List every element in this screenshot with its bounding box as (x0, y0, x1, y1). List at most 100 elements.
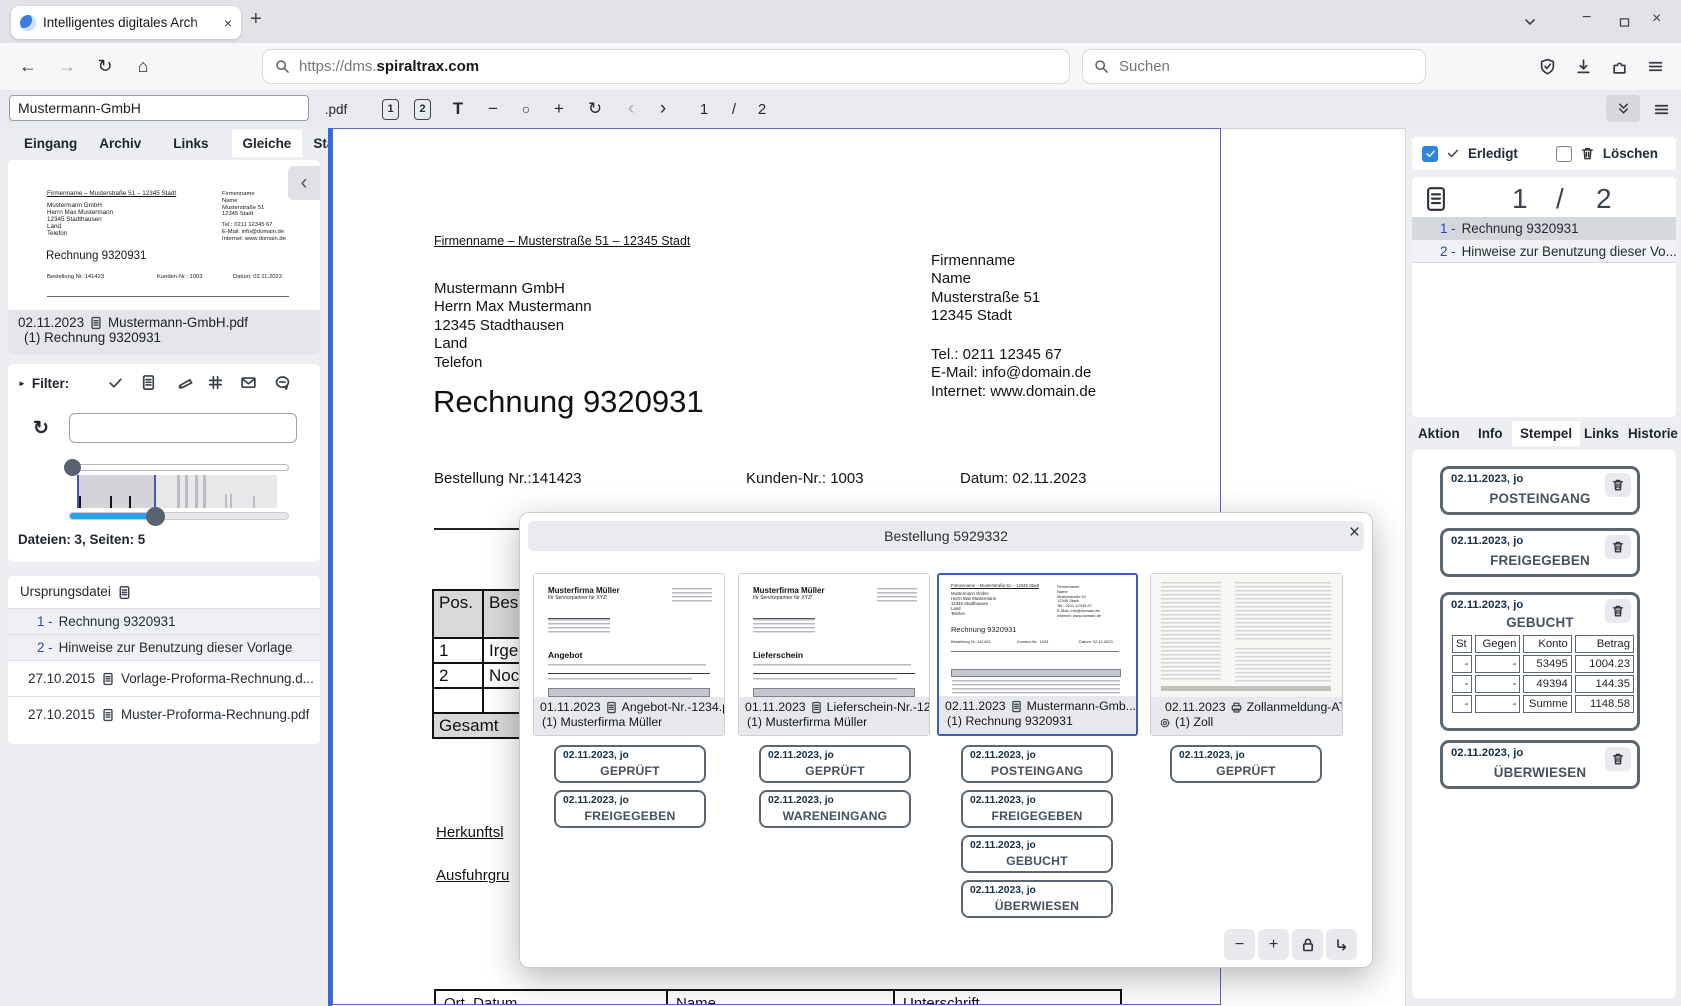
sidebar-tab-links[interactable]: Links (162, 130, 219, 157)
url-prefix: https://dms. (299, 58, 377, 75)
page-histogram[interactable] (77, 475, 277, 508)
doc-customer-no: Kunden-Nr.: 1003 (746, 470, 864, 489)
next-page-button[interactable]: › (649, 90, 677, 128)
panel-tab-stempel[interactable]: Stempel (1512, 421, 1580, 446)
collapse-toolbar-button[interactable] (1606, 95, 1640, 122)
done-checkbox[interactable] (1422, 146, 1438, 162)
panel-page-item-selected[interactable]: 1 - Rechnung 9320931 (1412, 217, 1676, 240)
source-file-item[interactable]: 27.10.2015 Vorlage-Proforma-Rechnung.d..… (8, 660, 320, 696)
refresh-button[interactable]: ↻ (33, 417, 49, 440)
new-tab-button[interactable]: + (250, 8, 262, 31)
filter-document-icon[interactable] (140, 374, 157, 392)
source-file-card: Ursprungsdatei 1 - Rechnung 9320931 2 - … (8, 576, 320, 744)
zoom-in-button[interactable]: + (545, 90, 573, 128)
two-page-layout-button[interactable]: 2 (414, 90, 431, 128)
stamp[interactable]: 02.11.2023, jo ÜBERWIESEN (1440, 740, 1640, 789)
panel-page-separator: / (1556, 183, 1564, 215)
filter-search-input[interactable] (69, 413, 297, 443)
url-text: https://dms.spiraltrax.com (299, 58, 479, 76)
url-bar[interactable]: https://dms.spiraltrax.com (263, 50, 1069, 83)
text-tool-button[interactable]: T (444, 90, 472, 128)
histogram-tick (79, 496, 81, 508)
dialog-title: Bestellung 5929332 (884, 528, 1008, 544)
dialog-zoom-in-button[interactable]: + (1258, 929, 1289, 960)
window-minimize-button[interactable]: − (1582, 9, 1591, 27)
document-preview-card[interactable]: Firmenname – Musterstraße 51 – 12345 Sta… (8, 160, 320, 354)
linked-document-card[interactable]: Musterfirma Müller Ihr Servicepartner fü… (533, 573, 725, 736)
browser-tab[interactable]: Intelligentes digitales Arch × (11, 6, 241, 39)
zoom-out-button[interactable]: − (479, 90, 507, 128)
panel-page-item[interactable]: 2 - Hinweise zur Benutzung dieser Vo... (1412, 240, 1676, 263)
document-thumbnail: Musterfirma Müller Ihr Servicepartner fü… (739, 574, 929, 697)
stamp-label: ÜBERWIESEN (963, 899, 1111, 913)
source-page-item[interactable]: 1 - Rechnung 9320931 (8, 608, 320, 634)
app-menu-icon[interactable] (1646, 90, 1676, 128)
filter-scanner-icon[interactable] (177, 374, 194, 392)
zoom-slider-track[interactable] (69, 464, 289, 471)
browser-search-bar[interactable] (1083, 50, 1425, 83)
browser-search-input[interactable] (1117, 57, 1414, 76)
booking-cell: - (1475, 695, 1520, 713)
linked-document-card[interactable]: 02.11.2023 Zollanmeldung-AT... (1) Zoll (1150, 573, 1343, 736)
stamp[interactable]: 02.11.2023, jo POSTEINGANG (1440, 466, 1640, 515)
panel-tab-historie[interactable]: Historie (1620, 421, 1681, 446)
thumbnail-caption: 01.11.2023 Angebot-Nr.-1234.pdf (1) Must… (534, 697, 724, 735)
dialog-zoom-out-button[interactable]: − (1224, 929, 1255, 960)
filter-mail-icon[interactable] (240, 374, 257, 392)
page-slider-handle[interactable] (146, 507, 165, 526)
document-thumbnail: Musterfirma Müller Ihr Servicepartner fü… (534, 574, 724, 697)
forward-button[interactable]: → (51, 43, 83, 90)
sidebar-tab-eingang[interactable]: Eingang (13, 130, 88, 157)
sidebar-tab-archiv[interactable]: Archiv (88, 130, 152, 157)
tab-close-icon[interactable]: × (224, 15, 232, 31)
lock-button[interactable] (1292, 929, 1323, 960)
back-button[interactable]: ← (12, 43, 44, 90)
rotate-button[interactable]: ↻ (581, 90, 609, 128)
home-button[interactable]: ⌂ (127, 43, 159, 90)
linked-document-card-selected[interactable]: Firmenname – Musterstraße 51 – 12345 Sta… (937, 573, 1138, 736)
filter-comment-icon[interactable] (274, 374, 291, 392)
site-favicon-icon (20, 15, 36, 31)
panel-tab-aktion[interactable]: Aktion (1410, 421, 1468, 446)
prev-page-button[interactable]: ‹ (617, 90, 645, 128)
page-slider-track[interactable] (69, 512, 289, 520)
search-icon (1094, 58, 1109, 76)
single-page-layout-button[interactable]: 1 (382, 90, 399, 128)
stamp[interactable]: 02.11.2023, jo GEBUCHT St Gegen Konto Be… (1440, 592, 1640, 731)
window-close-button[interactable]: × (1652, 10, 1661, 28)
downloads-icon[interactable] (1567, 43, 1599, 90)
file-list-item[interactable]: 02.11.2023 Mustermann-GmbH.pdf (1) Rechn… (8, 310, 320, 354)
filename-input[interactable] (9, 95, 309, 121)
menu-hamburger-icon[interactable] (1639, 43, 1671, 90)
extensions-icon[interactable] (1603, 43, 1635, 90)
source-page-item[interactable]: 2 - Hinweise zur Benutzung dieser Vorlag… (8, 634, 320, 660)
panel-tab-info[interactable]: Info (1470, 421, 1511, 446)
list-tabs-button[interactable] (1522, 13, 1538, 31)
file-date: 27.10.2015 (28, 707, 95, 722)
linked-file-name: Mustermann-Gmb... (1027, 699, 1136, 713)
zoom-slider-handle[interactable] (64, 459, 81, 476)
preview-doc-date: Datum: 02.11.2023 (233, 274, 282, 280)
dialog-header[interactable]: Bestellung 5929332 (528, 521, 1364, 551)
source-file-item[interactable]: 27.10.2015 Muster-Proforma-Rechnung.pdf (8, 696, 320, 732)
page-number: 1 - (1440, 221, 1456, 236)
doc-title: Rechnung 9320931 (433, 385, 704, 419)
filter-check-icon[interactable] (107, 374, 124, 392)
filter-header[interactable]: ► Filter: (18, 376, 69, 391)
stamp[interactable]: 02.11.2023, jo FREIGEGEBEN (1440, 528, 1640, 577)
linked-document-card[interactable]: Musterfirma Müller Ihr Servicepartner fü… (738, 573, 930, 736)
collapse-preview-button[interactable]: ‹ (288, 166, 320, 200)
linked-file-date: 02.11.2023 (1165, 700, 1226, 714)
page-number: 2 - (37, 640, 53, 655)
export-button[interactable] (1326, 929, 1357, 960)
stamp-meta: 02.11.2023, jo (1451, 747, 1523, 759)
dialog-close-icon[interactable]: × (1349, 523, 1360, 542)
stamp-meta: 02.11.2023, jo (768, 795, 834, 806)
shield-icon[interactable] (1531, 43, 1563, 90)
sidebar-tab-gleiche[interactable]: Gleiche (232, 130, 303, 157)
window-maximize-button[interactable] (1618, 14, 1631, 32)
zoom-reset-button[interactable]: ○ (512, 90, 540, 128)
reload-button[interactable]: ↻ (89, 43, 121, 90)
filter-grid-icon[interactable] (207, 374, 224, 392)
delete-checkbox[interactable] (1556, 146, 1572, 162)
